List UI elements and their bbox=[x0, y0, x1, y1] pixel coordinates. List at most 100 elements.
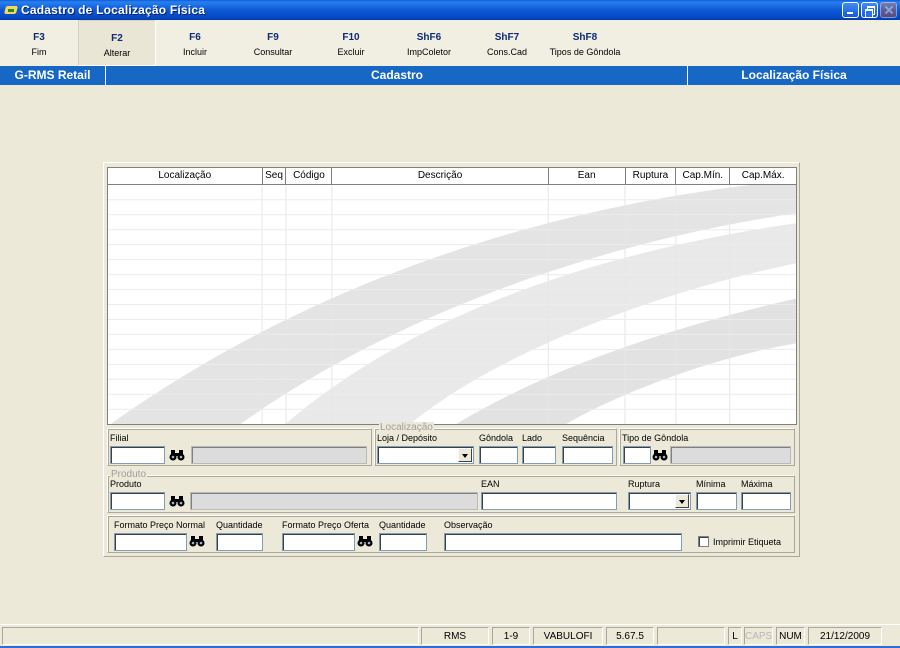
binoculars-icon[interactable] bbox=[356, 533, 374, 549]
chevron-down-icon[interactable] bbox=[675, 494, 689, 508]
button-label: Incluir bbox=[182, 47, 207, 57]
window-title: Cadastro de Localização Física bbox=[21, 3, 206, 17]
alterar-button[interactable]: F2 Alterar bbox=[78, 20, 156, 66]
gondola-label: Gôndola bbox=[479, 433, 514, 443]
status-date: 21/12/2009 bbox=[808, 627, 882, 645]
filial-label: Filial bbox=[110, 433, 129, 443]
status-l: L bbox=[728, 627, 742, 645]
quantidade2-input[interactable] bbox=[379, 533, 427, 551]
lado-label: Lado bbox=[522, 433, 543, 443]
ean-label: EAN bbox=[481, 479, 500, 489]
col-cap-min[interactable]: Cap.Mín. bbox=[676, 168, 731, 185]
key-label: F2 bbox=[111, 33, 123, 44]
key-label: ShF7 bbox=[494, 32, 520, 43]
maxima-input[interactable] bbox=[741, 492, 791, 510]
button-label: Excluir bbox=[337, 47, 365, 57]
sequencia-label: Sequência bbox=[562, 433, 605, 443]
tipo-gondola-description bbox=[670, 446, 791, 464]
lado-input[interactable] bbox=[522, 446, 556, 464]
minimize-button[interactable] bbox=[842, 2, 859, 18]
button-label: Consultar bbox=[253, 47, 293, 57]
tipos-gondola-button[interactable]: ShF8 Tipos de Gôndola bbox=[546, 20, 624, 66]
close-button[interactable] bbox=[880, 2, 897, 18]
quantidade2-label: Quantidade bbox=[379, 520, 426, 530]
col-descricao[interactable]: Descrição bbox=[332, 168, 549, 185]
key-label: F6 bbox=[189, 32, 201, 43]
button-label: ImpColetor bbox=[406, 47, 451, 57]
formato-oferta-input[interactable] bbox=[282, 533, 355, 551]
location-grid[interactable]: Localização Seq Código Descrição Ean Rup… bbox=[107, 167, 797, 425]
header-band: G-RMS Retail Cadastro Localização Física bbox=[0, 66, 900, 85]
incluir-button[interactable]: F6 Incluir bbox=[156, 20, 234, 66]
impcoletor-button[interactable]: ShF6 ImpColetor bbox=[390, 20, 468, 66]
band-app-name: G-RMS Retail bbox=[0, 66, 106, 85]
imprimir-etiqueta-label: Imprimir Etiqueta bbox=[713, 537, 782, 547]
produto-input[interactable] bbox=[110, 492, 165, 510]
conscad-button[interactable]: ShF7 Cons.Cad bbox=[468, 20, 546, 66]
formato-normal-label: Formato Preço Normal bbox=[114, 520, 206, 530]
status-version: 5.67.5 bbox=[606, 627, 654, 645]
minima-label: Mínima bbox=[696, 479, 726, 489]
produto-group: Produto Produto EAN Ruptura Mínima Máxim… bbox=[107, 469, 795, 513]
window-controls bbox=[842, 2, 897, 18]
consultar-button[interactable]: F9 Consultar bbox=[234, 20, 312, 66]
grid-rows bbox=[108, 185, 796, 424]
col-seq[interactable]: Seq bbox=[263, 168, 287, 185]
loja-select[interactable] bbox=[377, 446, 474, 464]
col-localizacao[interactable]: Localização bbox=[108, 168, 263, 185]
binoculars-icon[interactable] bbox=[188, 533, 206, 549]
tipo-gondola-group: Tipo de Gôndola bbox=[619, 428, 795, 466]
button-label: Cons.Cad bbox=[486, 47, 528, 57]
tipo-gondola-label: Tipo de Gôndola bbox=[622, 433, 689, 443]
imprimir-etiqueta-checkbox[interactable] bbox=[698, 536, 709, 547]
status-caps: CAPS bbox=[744, 627, 773, 645]
produto-description bbox=[190, 492, 478, 510]
fim-button[interactable]: F3 Fim bbox=[0, 20, 78, 66]
binoculars-icon[interactable] bbox=[168, 493, 186, 509]
col-ruptura[interactable]: Ruptura bbox=[626, 168, 677, 185]
key-label: F10 bbox=[342, 32, 360, 43]
button-label: Tipos de Gôndola bbox=[549, 47, 621, 57]
quantidade-input[interactable] bbox=[216, 533, 263, 551]
col-ean[interactable]: Ean bbox=[549, 168, 626, 185]
app-icon bbox=[4, 3, 18, 17]
key-label: F9 bbox=[267, 32, 279, 43]
formato-group: Formato Preço Normal Quantidade Formato … bbox=[107, 515, 795, 553]
observacao-label: Observação bbox=[444, 520, 493, 530]
tipo-gondola-input[interactable] bbox=[623, 446, 651, 464]
binoculars-icon[interactable] bbox=[168, 447, 186, 463]
grid-header: Localização Seq Código Descrição Ean Rup… bbox=[108, 168, 796, 185]
main-panel: Localização Seq Código Descrição Ean Rup… bbox=[103, 162, 800, 557]
status-num: NUM bbox=[776, 627, 805, 645]
excluir-button[interactable]: F10 Excluir bbox=[312, 20, 390, 66]
col-cap-max[interactable]: Cap.Máx. bbox=[730, 168, 796, 185]
status-empty-2 bbox=[657, 627, 725, 645]
ean-input[interactable] bbox=[481, 492, 617, 510]
filial-description bbox=[191, 446, 367, 464]
band-section: Cadastro bbox=[370, 68, 423, 82]
chevron-down-icon[interactable] bbox=[458, 448, 472, 462]
maxima-label: Máxima bbox=[741, 479, 773, 489]
status-bar: RMS 1-9 VABULOFI 5.67.5 L CAPS NUM 21/12… bbox=[0, 624, 900, 648]
key-label: F3 bbox=[33, 32, 45, 43]
button-label: Alterar bbox=[103, 48, 131, 58]
formato-normal-input[interactable] bbox=[114, 533, 187, 551]
gondola-input[interactable] bbox=[479, 446, 518, 464]
quantidade-label: Quantidade bbox=[216, 520, 263, 530]
status-range: 1-9 bbox=[492, 627, 530, 645]
ruptura-select[interactable] bbox=[628, 492, 691, 510]
status-empty bbox=[2, 627, 419, 645]
key-label: ShF6 bbox=[416, 32, 442, 43]
restore-button[interactable] bbox=[861, 2, 878, 18]
col-codigo[interactable]: Código bbox=[286, 168, 333, 185]
function-key-toolbar: F3 Fim F2 Alterar F6 Incluir F9 Consultar F1… bbox=[0, 20, 900, 66]
localizacao-group: Localização Loja / Depósito Gôndola Lado… bbox=[374, 422, 617, 466]
key-label: ShF8 bbox=[572, 32, 598, 43]
sequencia-input[interactable] bbox=[562, 446, 613, 464]
filial-input[interactable] bbox=[110, 446, 165, 464]
observacao-input[interactable] bbox=[444, 533, 682, 551]
ruptura-label: Ruptura bbox=[628, 479, 661, 489]
binoculars-icon[interactable] bbox=[651, 447, 669, 463]
button-label: Fim bbox=[31, 47, 47, 57]
minima-input[interactable] bbox=[696, 492, 737, 510]
